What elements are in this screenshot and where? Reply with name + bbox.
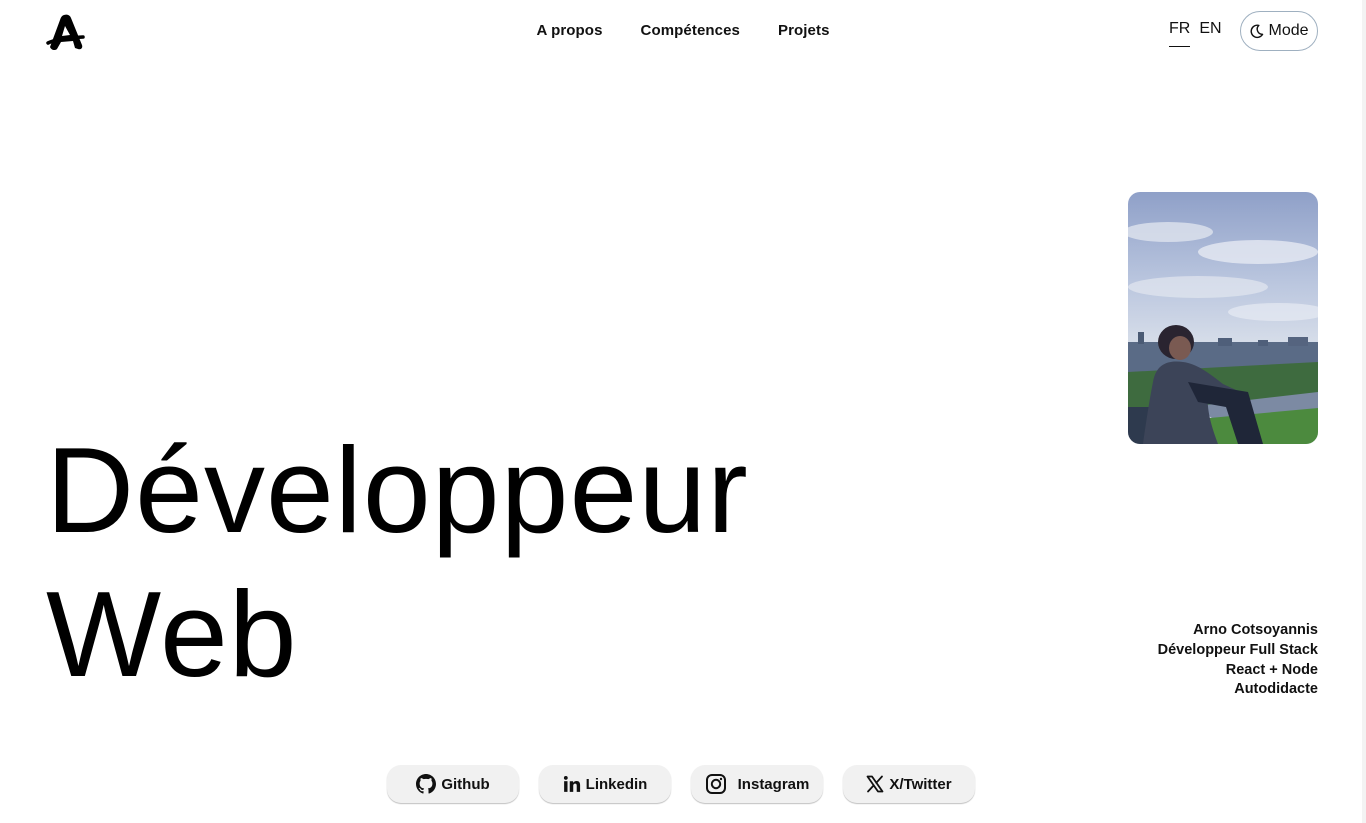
linkedin-label: Linkedin bbox=[585, 775, 648, 793]
headline-line-1: Développeur bbox=[46, 422, 749, 558]
main-nav: A propos Compétences Projets bbox=[0, 22, 1366, 39]
mode-toggle-button[interactable]: Mode bbox=[1240, 11, 1318, 51]
nav-link-projets[interactable]: Projets bbox=[778, 22, 830, 39]
language-switcher: FR EN bbox=[1169, 20, 1222, 47]
mode-label: Mode bbox=[1268, 22, 1309, 39]
github-icon bbox=[416, 774, 437, 794]
instagram-icon bbox=[705, 774, 726, 794]
x-twitter-label: X/Twitter bbox=[889, 775, 952, 793]
x-twitter-icon bbox=[866, 775, 884, 793]
scrollbar[interactable] bbox=[1362, 0, 1366, 823]
x-twitter-button[interactable]: X/Twitter bbox=[843, 765, 975, 803]
linkedin-icon bbox=[563, 776, 580, 792]
nav-link-a-propos[interactable]: A propos bbox=[536, 22, 602, 39]
social-links: Github Linkedin Instagram X/Twitter bbox=[387, 765, 975, 803]
nav-link-competences[interactable]: Compétences bbox=[641, 22, 740, 39]
lang-en[interactable]: EN bbox=[1199, 20, 1221, 47]
hero-headline: Développeur Web bbox=[46, 418, 749, 706]
bio-note: Autodidacte bbox=[1234, 681, 1318, 698]
profile-photo bbox=[1128, 192, 1318, 444]
bio-block: Arno Cotsoyannis Développeur Full Stack … bbox=[1158, 621, 1318, 700]
lang-fr[interactable]: FR bbox=[1169, 20, 1191, 47]
bio-role: Développeur Full Stack bbox=[1157, 641, 1318, 658]
bio-stack: React + Node bbox=[1225, 661, 1318, 678]
profile-photo-image bbox=[1128, 192, 1318, 444]
github-button[interactable]: Github bbox=[387, 765, 519, 803]
bio-name: Arno Cotsoyannis bbox=[1193, 622, 1318, 638]
headline-line-2: Web bbox=[46, 566, 298, 702]
github-label: Github bbox=[441, 775, 490, 793]
instagram-label: Instagram bbox=[737, 775, 810, 793]
moon-icon bbox=[1251, 24, 1264, 38]
page: A propos Compétences Projets FR EN Mode … bbox=[0, 0, 1366, 823]
linkedin-button[interactable]: Linkedin bbox=[539, 765, 671, 803]
instagram-button[interactable]: Instagram bbox=[691, 765, 823, 803]
